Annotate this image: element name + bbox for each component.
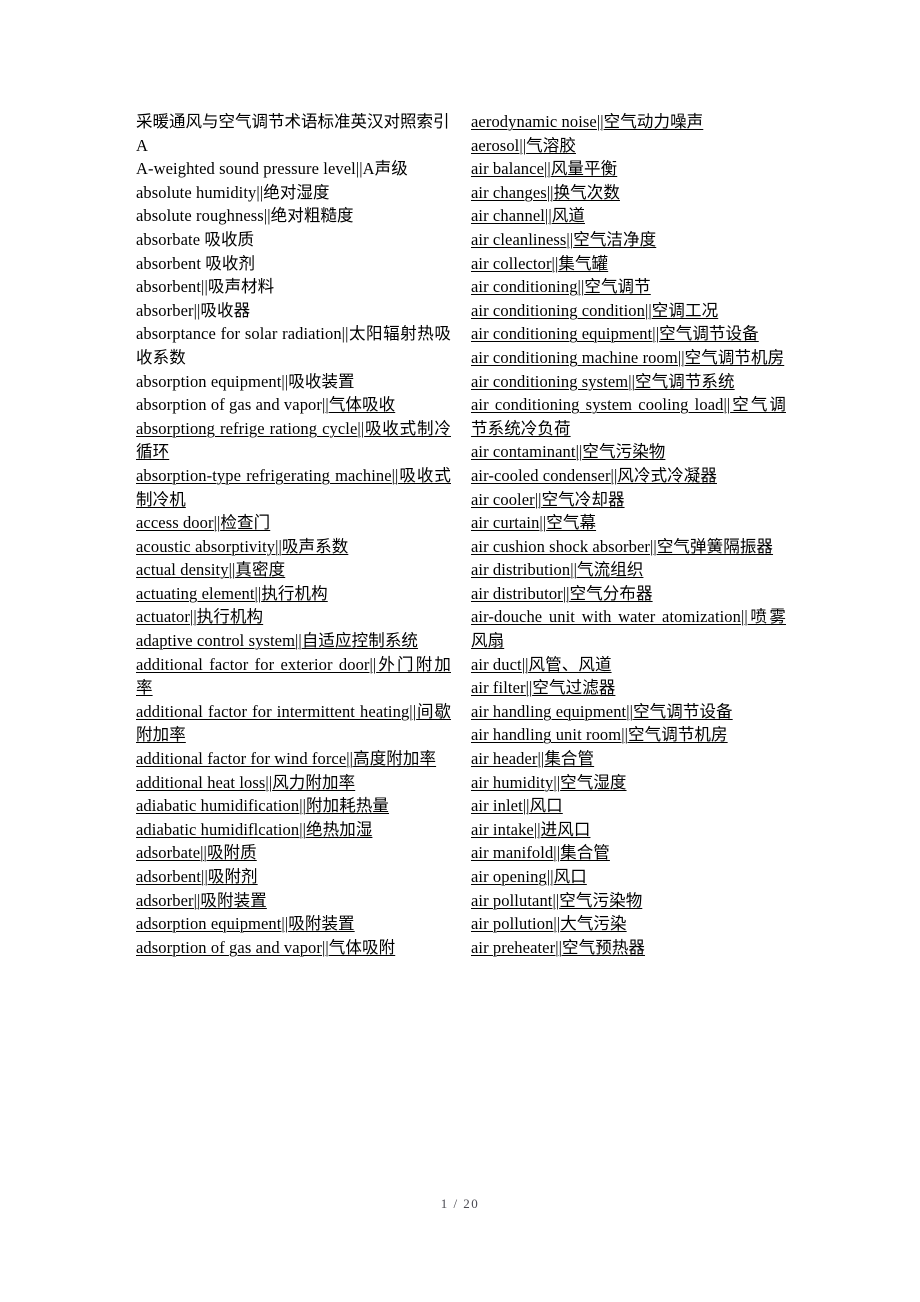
entry-translation: ||气体吸收 bbox=[322, 395, 396, 415]
dictionary-entry: A-weighted sound pressure level||A声级 bbox=[136, 159, 408, 179]
dictionary-entry: air channel||风道 bbox=[471, 206, 585, 226]
dictionary-entry: air cooler||空气冷却器 bbox=[471, 489, 625, 509]
dictionary-entry: actuator||执行机构 bbox=[136, 607, 264, 627]
dictionary-entry: air-douche unit with water atomization||… bbox=[471, 607, 787, 651]
dictionary-entry: absorbent 吸收剂 bbox=[136, 253, 256, 273]
dictionary-entry: air conditioning system||空气调节系统 bbox=[471, 371, 735, 391]
dictionary-entry: actual density||真密度 bbox=[136, 560, 286, 580]
dictionary-entry: adsorbent||吸附剂 bbox=[136, 867, 258, 886]
dictionary-entry: air collector||集气罐 bbox=[471, 253, 609, 273]
dictionary-entry: access door||检查门 bbox=[136, 513, 271, 533]
dictionary-entry: adiabatic humidification||附加耗热量 bbox=[136, 796, 390, 816]
dictionary-entry: air conditioning condition||空调工况 bbox=[471, 300, 719, 320]
dictionary-entry: adsorption equipment||吸附装置 bbox=[136, 914, 355, 934]
dictionary-entry: additional heat loss||风力附加率 bbox=[136, 772, 356, 792]
dictionary-entry: air header||集合管 bbox=[471, 749, 595, 769]
dictionary-entry: adaptive control system||自适应控制系统 bbox=[136, 631, 419, 651]
dictionary-entry: air conditioning equipment||空气调节设备 bbox=[471, 324, 759, 344]
dictionary-entry: adsorption of gas and vapor||气体吸附 bbox=[136, 937, 396, 957]
left-text-column: 采暖通风与空气调节术语标准英汉对照索引 A A-weighted sound pre… bbox=[136, 110, 451, 959]
dictionary-entry: air preheater||空气预热器 bbox=[471, 937, 646, 957]
dictionary-entry: absorber||吸收器 bbox=[136, 300, 251, 320]
dictionary-entry: air handling equipment||空气调节设备 bbox=[471, 701, 733, 721]
page-footer: 1 / 20 bbox=[440, 1196, 480, 1211]
dictionary-entry: air duct||风管、风道 bbox=[471, 654, 612, 674]
dictionary-entry: air pollutant||空气污染物 bbox=[471, 890, 643, 910]
dictionary-entry: adiabatic humidiflcation||绝热加湿 bbox=[136, 819, 373, 839]
dictionary-entry: adsorber||吸附装置 bbox=[136, 890, 267, 910]
dictionary-entry: absorptance for solar radiation||太阳辐射热吸收… bbox=[136, 324, 451, 367]
dictionary-entry: air inlet||风口 bbox=[471, 796, 563, 816]
dictionary-entry: air filter||空气过滤器 bbox=[471, 678, 616, 698]
dictionary-entry: additional factor for wind force||高度附加率 bbox=[136, 749, 437, 769]
dictionary-entry: acoustic absorptivity||吸声系数 bbox=[136, 536, 349, 556]
dictionary-entry: air balance||风量平衡 bbox=[471, 159, 618, 179]
dictionary-entry: air conditioning||空气调节 bbox=[471, 277, 651, 297]
dictionary-entry: air manifold||集合管 bbox=[471, 843, 610, 863]
dictionary-entry: air-cooled condenser||风冷式冷凝器 bbox=[471, 465, 717, 485]
document-title: 采暖通风与空气调节术语标准英汉对照索引 bbox=[136, 112, 450, 131]
dictionary-entry: air contaminant||空气污染物 bbox=[471, 442, 666, 462]
dictionary-entry: absorption equipment||吸收装置 bbox=[136, 371, 355, 391]
dictionary-entry: air curtain||空气幕 bbox=[471, 513, 597, 533]
dictionary-entry: air conditioning system cooling load||空气… bbox=[471, 395, 786, 438]
dictionary-entry: air handling unit room||空气调节机房 bbox=[471, 725, 728, 745]
dictionary-entry: aerosol||气溶胶 bbox=[471, 135, 576, 155]
dictionary-entry: adsorbate||吸附质 bbox=[136, 843, 257, 863]
dictionary-entry: air distributor||空气分布器 bbox=[471, 583, 653, 603]
dictionary-entry: air cushion shock absorber||空气弹簧隔振器 bbox=[471, 536, 774, 556]
dictionary-entry: air changes||换气次数 bbox=[471, 182, 620, 202]
dictionary-entry: absorption of gas and vapor||气体吸收 bbox=[136, 393, 451, 417]
dictionary-entry: additional factor for exterior door||外门附… bbox=[136, 654, 451, 698]
dictionary-entry: air distribution||气流组织 bbox=[471, 560, 644, 580]
dictionary-entry: additional factor for intermittent heati… bbox=[136, 701, 452, 745]
dictionary-entry: absolute roughness||绝对粗糙度 bbox=[136, 206, 354, 226]
dictionary-entry: air opening||风口 bbox=[471, 867, 587, 886]
two-column-text-body: 采暖通风与空气调节术语标准英汉对照索引 A A-weighted sound pre… bbox=[136, 110, 786, 959]
dictionary-entry: air humidity||空气湿度 bbox=[471, 772, 627, 792]
right-text-column: aerodynamic noise||空气动力噪声 aerosol||气溶胶 air… bbox=[471, 110, 786, 959]
dictionary-entry: air intake||进风口 bbox=[471, 819, 591, 839]
dictionary-entry: air pollution||大气污染 bbox=[471, 914, 627, 934]
dictionary-entry: air cleanliness||空气洁净度 bbox=[471, 229, 657, 249]
entry-term: absorption of gas and vapor bbox=[136, 395, 322, 415]
dictionary-entry: absorption-type refrigerating machine||吸… bbox=[136, 465, 451, 509]
dictionary-entry: actuating element||执行机构 bbox=[136, 583, 328, 603]
dictionary-entry: aerodynamic noise||空气动力噪声 bbox=[471, 112, 704, 131]
dictionary-entry: absorbate 吸收质 bbox=[136, 229, 255, 249]
dictionary-entry: air conditioning machine room||空气调节机房 bbox=[471, 347, 785, 367]
dictionary-entry: absorptiong refrige rationg cycle||吸收式制冷… bbox=[136, 418, 451, 462]
dictionary-entry: absorbent||吸声材料 bbox=[136, 277, 275, 297]
section-letter-heading: A bbox=[136, 135, 148, 155]
document-page: 采暖通风与空气调节术语标准英汉对照索引 A A-weighted sound pre… bbox=[0, 0, 920, 1302]
dictionary-entry: absolute humidity||绝对湿度 bbox=[136, 182, 330, 202]
